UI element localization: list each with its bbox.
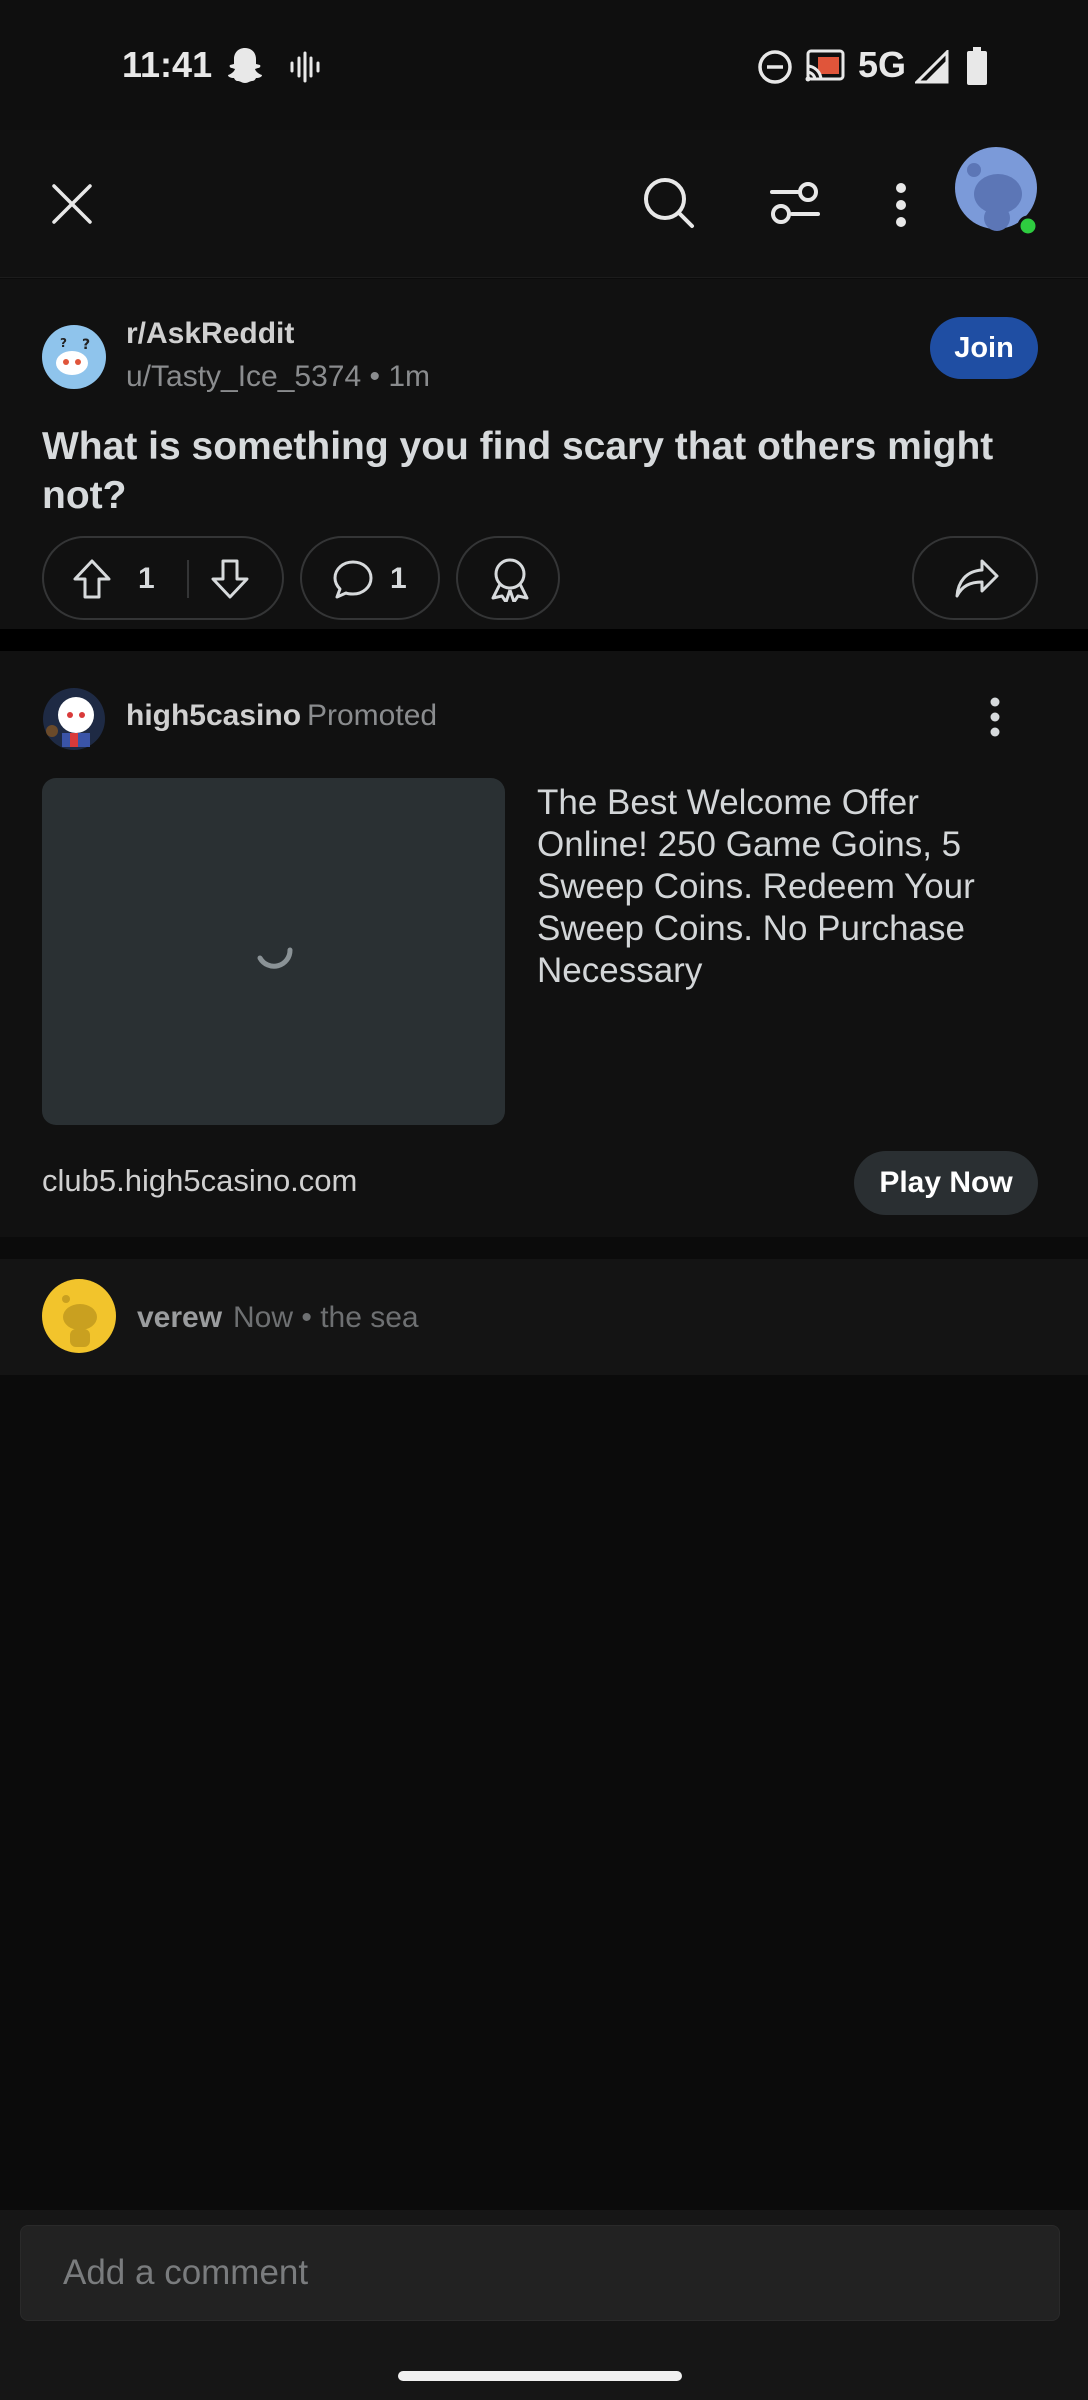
app-bar <box>0 130 1088 278</box>
post-card: ?? r/AskReddit u/Tasty_Ice_5374 • 1m Joi… <box>0 279 1088 629</box>
status-time: 11:41 <box>122 44 213 85</box>
status-bar: 11:41 5G <box>0 0 1088 130</box>
avatar-icon[interactable] <box>954 146 1040 243</box>
add-comment-input[interactable] <box>20 2225 1060 2321</box>
network-type: 5G <box>858 44 907 85</box>
ad-more-icon[interactable] <box>988 697 1002 742</box>
comment-item[interactable]: verew Now • the sea <box>0 1259 1088 1375</box>
vote-divider <box>187 560 189 598</box>
snapchat-icon <box>226 46 264 91</box>
section-separator <box>0 629 1088 651</box>
post-title: What is something you find scary that ot… <box>42 425 994 517</box>
do-not-disturb-icon <box>757 49 793 90</box>
comments-button[interactable]: 1 <box>300 536 440 620</box>
svg-text:?: ? <box>60 336 67 350</box>
home-indicator[interactable] <box>398 2371 682 2381</box>
cast-icon <box>804 48 846 89</box>
search-icon[interactable] <box>642 176 696 235</box>
downvote-icon[interactable] <box>210 558 250 605</box>
comment-avatar[interactable] <box>42 1279 116 1358</box>
promoted-label: Promoted <box>307 699 438 732</box>
promoted-post: high5casino Promoted The Best Welcome Of… <box>0 651 1088 1237</box>
ad-image-placeholder[interactable] <box>42 778 505 1125</box>
share-icon <box>954 558 1000 605</box>
play-now-button[interactable]: Play Now <box>854 1151 1038 1215</box>
vote-pill: 1 <box>42 536 284 620</box>
more-vertical-icon[interactable] <box>893 182 909 233</box>
upvote-count: 1 <box>138 562 155 595</box>
voice-icon <box>288 50 322 89</box>
advertiser-avatar[interactable] <box>42 687 106 756</box>
award-icon <box>488 556 532 607</box>
svg-text:?: ? <box>82 337 90 353</box>
bottom-bar <box>0 2210 1088 2400</box>
loading-spinner-icon <box>252 928 296 977</box>
post-meta[interactable]: u/Tasty_Ice_5374 • 1m <box>126 360 430 394</box>
sort-icon[interactable] <box>768 180 822 231</box>
subreddit-icon[interactable]: ?? <box>42 325 106 394</box>
ad-domain[interactable]: club5.high5casino.com <box>42 1163 357 1199</box>
comment-author[interactable]: verew <box>137 1301 222 1335</box>
ad-headline[interactable]: The Best Welcome Offer Online! 250 Game … <box>537 782 1037 992</box>
award-button[interactable] <box>456 536 560 620</box>
comment-meta: Now • the sea <box>233 1301 419 1334</box>
battery-icon <box>966 47 988 90</box>
advertiser-name[interactable]: high5casino <box>126 699 301 733</box>
subreddit-name[interactable]: r/AskReddit <box>126 317 294 351</box>
comment-count: 1 <box>390 562 407 595</box>
signal-icon <box>913 48 949 89</box>
upvote-icon[interactable] <box>72 558 112 605</box>
share-button[interactable] <box>912 536 1038 620</box>
close-icon[interactable] <box>50 182 94 231</box>
section-separator <box>0 1237 1088 1259</box>
join-button[interactable]: Join <box>930 317 1038 379</box>
comment-icon <box>332 559 374 604</box>
